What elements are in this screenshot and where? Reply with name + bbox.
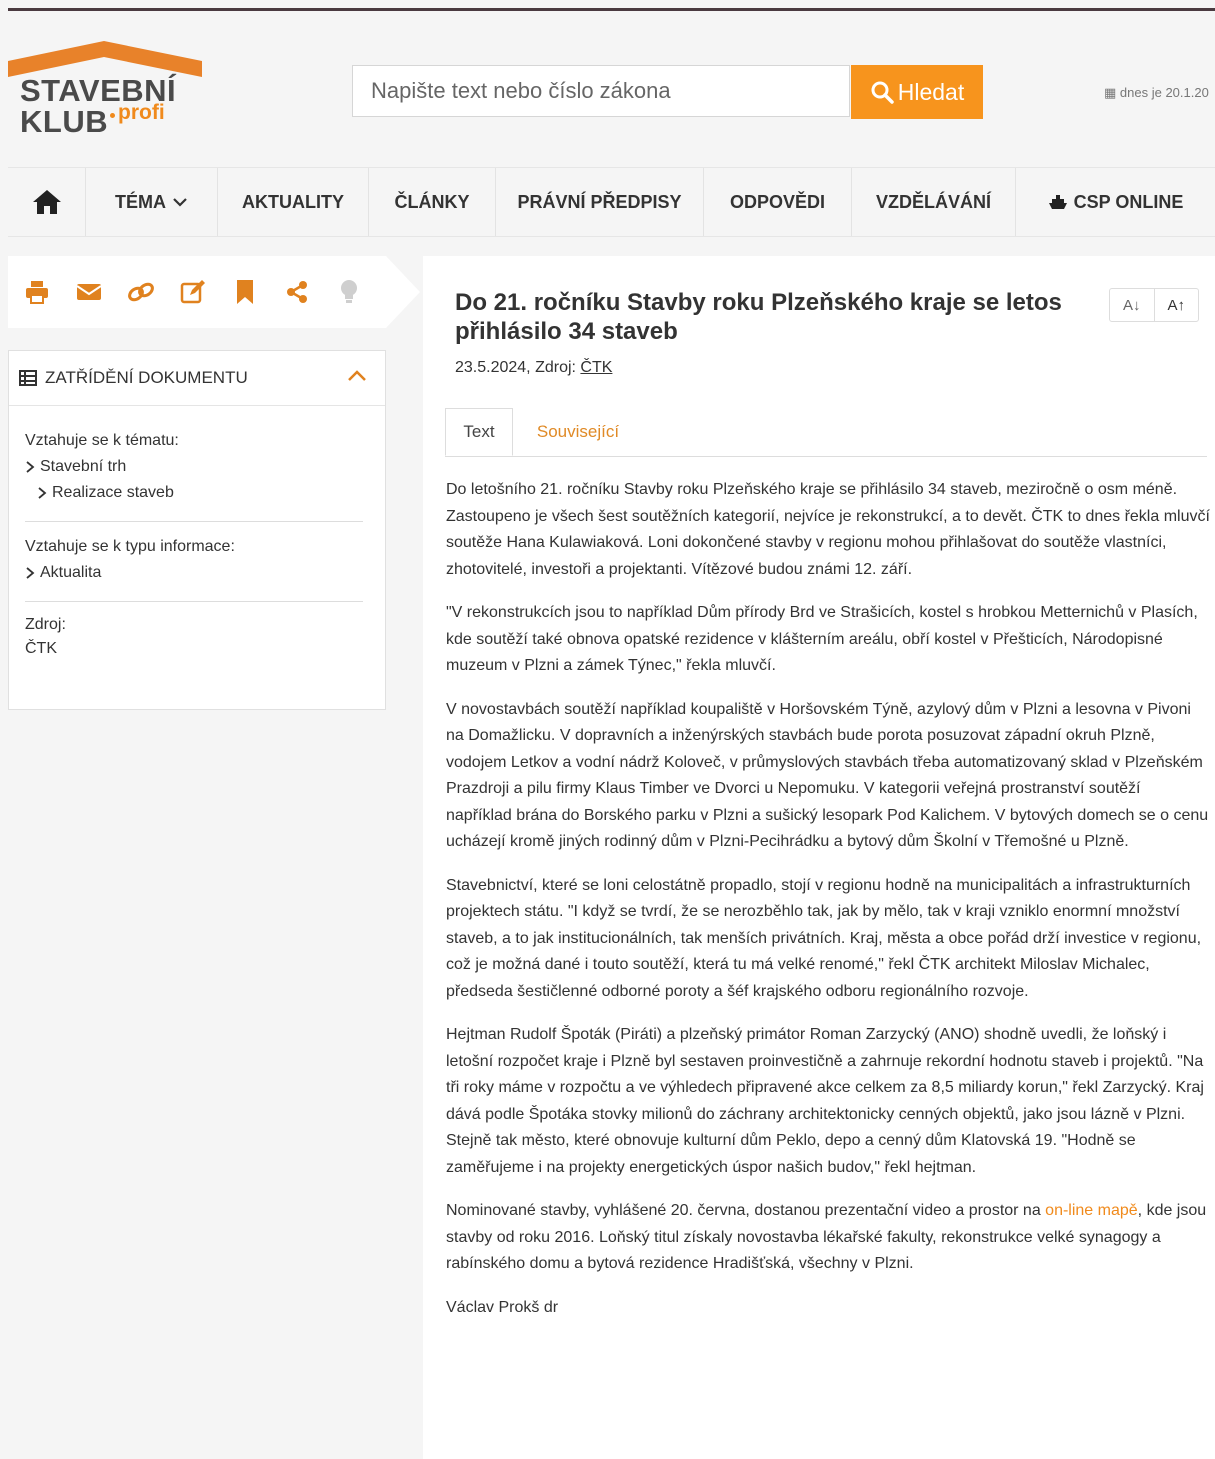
hint-button[interactable] (334, 277, 364, 307)
article: Do 21. ročníku Stavby roku Plzeňského kr… (423, 256, 1215, 1459)
nav-item-label: CSP ONLINE (1073, 191, 1184, 212)
type-link-aktualita[interactable]: Aktualita (25, 564, 369, 582)
nav-home[interactable] (8, 168, 86, 236)
ship-icon (1048, 195, 1067, 209)
chevron-right-icon (26, 461, 35, 473)
article-meta: 23.5.2024, Zdroj: ČTK (455, 359, 612, 377)
document-toolbar (8, 256, 386, 328)
tab-text[interactable]: Text (445, 408, 513, 456)
print-icon (26, 281, 48, 304)
nav-item-label: PRÁVNÍ PŘEDPISY (517, 191, 682, 212)
source-section: Zdroj: ČTK (9, 602, 385, 658)
chevron-up-icon[interactable] (347, 369, 367, 383)
chevron-right-icon (38, 487, 47, 499)
share-icon (287, 281, 307, 303)
search-field[interactable] (352, 65, 850, 117)
topic-item-label: Realizace staveb (52, 484, 174, 501)
topic-section: Vztahuje se k tématu: Stavební trh Reali… (9, 406, 385, 502)
tab-related[interactable]: Související (523, 408, 633, 456)
article-tabs: Text Související (445, 408, 1207, 457)
print-button[interactable] (22, 277, 52, 307)
nav-item-label: ODPOVĚDI (729, 191, 826, 212)
paragraph-text: Nominované stavby, vyhlášené 20. června,… (446, 1202, 1046, 1219)
toolbar-pointer (386, 256, 420, 328)
topic-item-label: Stavební trh (40, 458, 127, 475)
link-icon (128, 282, 154, 302)
logo-text-line2: KLUB (20, 104, 109, 139)
search-input[interactable] (353, 66, 849, 116)
bookmark-icon (237, 280, 253, 304)
chevron-down-icon (173, 198, 187, 207)
nav-item-vzdelavani[interactable]: VZDĚLÁVÁNÍ (852, 168, 1016, 236)
bookmark-button[interactable] (230, 277, 260, 307)
paragraph: Stavebnictví, které se loni celostátně p… (446, 876, 1202, 1000)
nav-item-clanky[interactable]: ČLÁNKY (369, 168, 496, 236)
header: STAVEBNÍ KLUB profi Hledat ▦ dnes je 20.… (8, 11, 1215, 167)
main-nav: TÉMA AKTUALITY ČLÁNKY PRÁVNÍ PŘEDPISY OD… (8, 167, 1215, 237)
source-label: Zdroj: (25, 616, 66, 633)
nav-item-label: ČLÁNKY (394, 191, 470, 212)
document-classification-panel: ZATŘÍDĚNÍ DOKUMENTU Vztahuje se k tématu… (8, 350, 386, 710)
article-title: Do 21. ročníku Stavby roku Plzeňského kr… (455, 289, 1062, 345)
search-icon (871, 81, 894, 104)
type-label: Vztahuje se k typu informace: (25, 538, 235, 555)
nav-item-odpovedi[interactable]: ODPOVĚDI (704, 168, 852, 236)
date-info: ▦ dnes je 20.1.20 (1104, 85, 1209, 101)
edit-icon (180, 280, 205, 304)
lightbulb-icon (341, 280, 357, 303)
nav-item-csp-online[interactable]: CSP ONLINE (1016, 168, 1215, 236)
source-value: ČTK (25, 640, 57, 657)
article-body: Do letošního 21. ročníku Stavby roku Plz… (446, 477, 1210, 1338)
logo-profi-text: profi (118, 101, 165, 124)
nav-item-label: AKTUALITY (242, 191, 344, 212)
chevron-right-icon (26, 567, 35, 579)
envelope-icon (76, 284, 102, 300)
article-source-link[interactable]: ČTK (580, 359, 612, 376)
paragraph: V novostavbách soutěží například koupali… (446, 700, 1209, 851)
nav-item-label: VZDĚLÁVÁNÍ (875, 191, 991, 212)
online-map-link[interactable]: on-line mapě (1045, 1202, 1138, 1219)
edit-note-button[interactable] (178, 277, 208, 307)
date-text: dnes je 20.1.20 (1119, 85, 1209, 100)
topic-label: Vztahuje se k tématu: (25, 432, 179, 449)
nav-item-tema[interactable]: TÉMA (86, 168, 218, 236)
article-date: 23.5.2024, Zdroj: (455, 359, 576, 376)
search-button[interactable]: Hledat (851, 65, 983, 119)
paragraph: Hejtman Rudolf Špoták (Piráti) a plzeňsk… (446, 1026, 1204, 1176)
paragraph: "V rekonstrukcích jsou to například Dům … (446, 604, 1198, 674)
type-section: Vztahuje se k typu informace: Aktualita (9, 522, 385, 582)
type-item-label: Aktualita (40, 564, 102, 581)
paragraph: Do letošního 21. ročníku Stavby roku Plz… (446, 481, 1210, 578)
logo-dot (110, 113, 115, 118)
nav-item-aktuality[interactable]: AKTUALITY (218, 168, 369, 236)
paragraph-with-link: Nominované stavby, vyhlášené 20. června,… (446, 1198, 1210, 1278)
font-larger-button[interactable]: A↑ (1153, 289, 1199, 321)
table-icon (19, 370, 37, 386)
topic-link-stavebni-trh[interactable]: Stavební trh (25, 458, 369, 476)
nav-item-pravni-predpisy[interactable]: PRÁVNÍ PŘEDPISY (496, 168, 704, 236)
panel-header[interactable]: ZATŘÍDĚNÍ DOKUMENTU (9, 351, 385, 406)
email-button[interactable] (74, 277, 104, 307)
logo[interactable]: STAVEBNÍ KLUB profi (8, 39, 208, 149)
home-icon (32, 190, 61, 214)
search-button-label: Hledat (897, 78, 965, 105)
panel-title: ZATŘÍDĚNÍ DOKUMENTU (45, 368, 248, 387)
nav-item-label: TÉMA (115, 191, 166, 212)
share-button[interactable] (282, 277, 312, 307)
font-smaller-button[interactable]: A↓ (1110, 289, 1154, 321)
calendar-icon: ▦ (1104, 85, 1117, 100)
topic-link-realizace-staveb[interactable]: Realizace staveb (25, 484, 369, 502)
font-size-control: A↓ A↑ (1109, 288, 1199, 322)
copy-link-button[interactable] (126, 277, 156, 307)
signature: Václav Prokš dr (446, 1298, 559, 1316)
